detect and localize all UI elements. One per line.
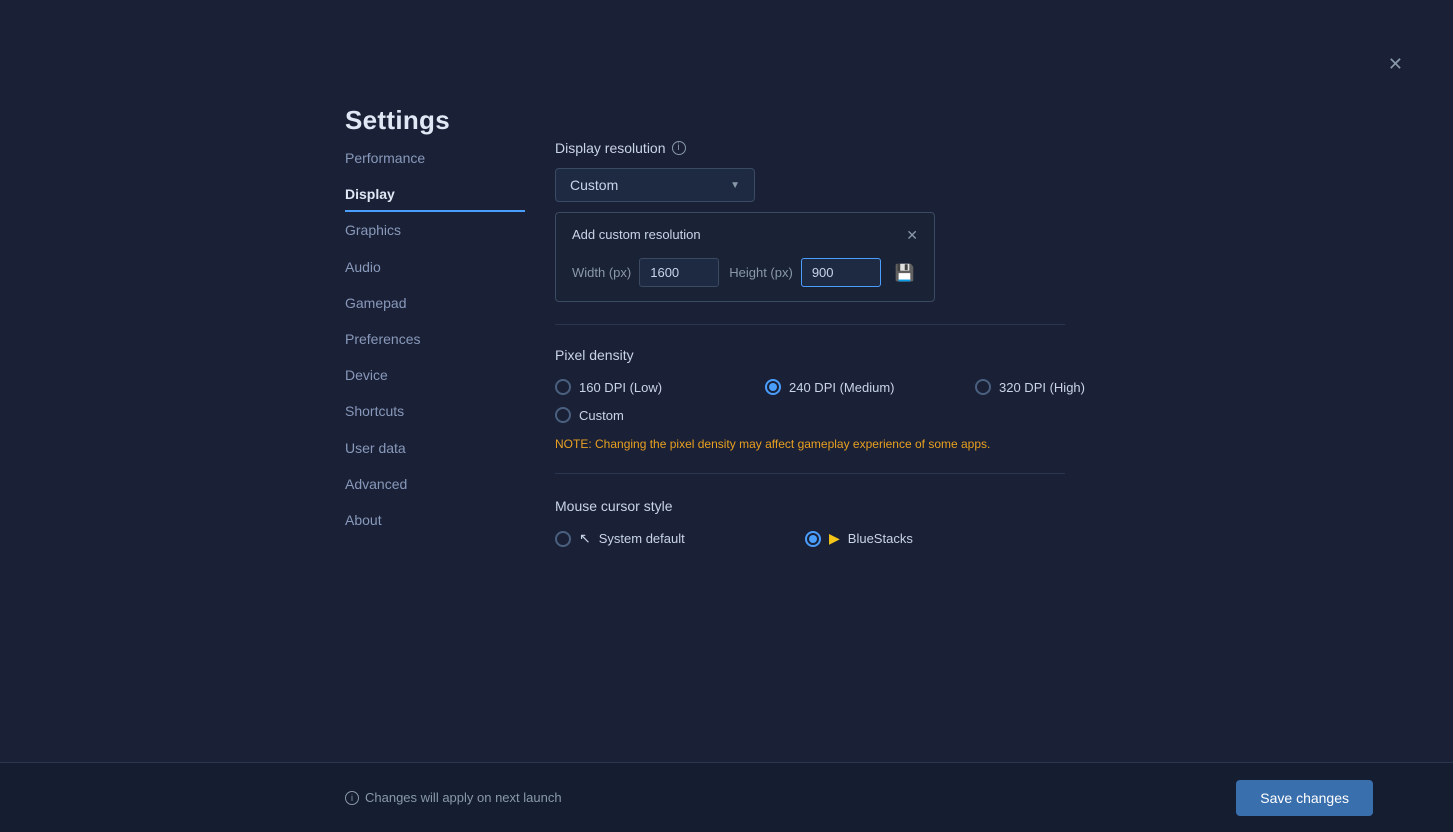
cursor-bluestacks-radio[interactable] — [805, 531, 821, 547]
resolution-dropdown[interactable]: Custom ▼ — [555, 168, 755, 202]
sidebar-item-graphics[interactable]: Graphics — [345, 212, 525, 248]
resolution-dropdown-value: Custom — [570, 177, 618, 193]
dpi-custom-radio[interactable] — [555, 407, 571, 423]
dpi-custom-label: Custom — [579, 408, 624, 423]
pixel-density-note: NOTE: Changing the pixel density may aff… — [555, 437, 1065, 451]
resolution-title: Display resolution — [555, 140, 666, 156]
sidebar-item-display[interactable]: Display — [345, 176, 525, 212]
pixel-density-radio-group: 160 DPI (Low) 240 DPI (Medium) 320 DPI (… — [555, 379, 1065, 423]
footer-info-icon: i — [345, 791, 359, 805]
pixel-density-row-2: Custom — [555, 407, 1155, 423]
dropdown-arrow-icon: ▼ — [730, 180, 740, 191]
cursor-bluestacks-label: BlueStacks — [848, 531, 913, 546]
dpi-custom-option[interactable]: Custom — [555, 407, 735, 423]
sidebar-item-audio[interactable]: Audio — [345, 249, 525, 285]
sidebar-item-user-data[interactable]: User data — [345, 430, 525, 466]
resolution-section: Display resolution i — [555, 140, 1065, 156]
height-input[interactable] — [801, 258, 881, 287]
cursor-system-label: System default — [599, 531, 685, 546]
dpi-medium-label: 240 DPI (Medium) — [789, 380, 894, 395]
dpi-low-option[interactable]: 160 DPI (Low) — [555, 379, 735, 395]
mouse-cursor-heading: Mouse cursor style — [555, 498, 1065, 514]
sidebar: Performance Display Graphics Audio Gamep… — [345, 80, 525, 832]
width-label: Width (px) — [572, 265, 631, 280]
resolution-info-icon[interactable]: i — [672, 141, 686, 155]
custom-resolution-title: Add custom resolution — [572, 227, 701, 242]
sidebar-item-preferences[interactable]: Preferences — [345, 321, 525, 357]
pixel-density-row-1: 160 DPI (Low) 240 DPI (Medium) 320 DPI (… — [555, 379, 1155, 395]
dpi-low-radio[interactable] — [555, 379, 571, 395]
height-label: Height (px) — [729, 265, 793, 280]
pixel-density-heading: Pixel density — [555, 347, 1065, 363]
dpi-medium-radio[interactable] — [765, 379, 781, 395]
sidebar-item-advanced[interactable]: Advanced — [345, 466, 525, 502]
cursor-bluestacks-option[interactable]: ▶ BlueStacks — [805, 530, 985, 547]
save-resolution-button[interactable]: 💾 — [891, 259, 919, 287]
footer-note-container: i Changes will apply on next launch — [345, 790, 562, 805]
width-input[interactable] — [639, 258, 719, 287]
system-cursor-icon: ↖ — [579, 530, 591, 547]
save-disk-icon: 💾 — [895, 265, 915, 282]
dpi-high-label: 320 DPI (High) — [999, 380, 1085, 395]
divider-1 — [555, 324, 1065, 325]
custom-resolution-close-button[interactable]: ✕ — [906, 228, 918, 242]
sidebar-item-gamepad[interactable]: Gamepad — [345, 285, 525, 321]
sidebar-item-shortcuts[interactable]: Shortcuts — [345, 393, 525, 429]
sidebar-item-device[interactable]: Device — [345, 357, 525, 393]
bluestacks-cursor-icon: ▶ — [829, 530, 840, 547]
footer: i Changes will apply on next launch Save… — [0, 762, 1453, 832]
main-content: Display resolution i Custom ▼ Add custom… — [525, 80, 1145, 832]
height-input-group: Height (px) — [729, 258, 881, 287]
custom-resolution-header: Add custom resolution ✕ — [572, 227, 918, 242]
close-icon: ✕ — [1388, 54, 1403, 74]
divider-2 — [555, 473, 1065, 474]
width-input-group: Width (px) — [572, 258, 719, 287]
page-title: Settings — [345, 105, 450, 136]
cursor-system-radio[interactable] — [555, 531, 571, 547]
sidebar-item-performance[interactable]: Performance — [345, 140, 525, 176]
dpi-high-radio[interactable] — [975, 379, 991, 395]
cursor-radio-row: ↖ System default ▶ BlueStacks — [555, 530, 1065, 547]
save-changes-button[interactable]: Save changes — [1236, 780, 1373, 816]
dpi-medium-option[interactable]: 240 DPI (Medium) — [765, 379, 945, 395]
close-button[interactable]: ✕ — [1388, 55, 1403, 73]
custom-resolution-box: Add custom resolution ✕ Width (px) Heigh… — [555, 212, 935, 302]
settings-container: Performance Display Graphics Audio Gamep… — [0, 0, 1453, 832]
mouse-cursor-section: Mouse cursor style ↖ System default ▶ Bl… — [555, 498, 1065, 547]
dpi-low-label: 160 DPI (Low) — [579, 380, 662, 395]
sidebar-item-about[interactable]: About — [345, 502, 525, 538]
resolution-inputs: Width (px) Height (px) 💾 — [572, 258, 918, 287]
footer-note: Changes will apply on next launch — [365, 790, 562, 805]
dpi-high-option[interactable]: 320 DPI (High) — [975, 379, 1155, 395]
cursor-system-option[interactable]: ↖ System default — [555, 530, 775, 547]
